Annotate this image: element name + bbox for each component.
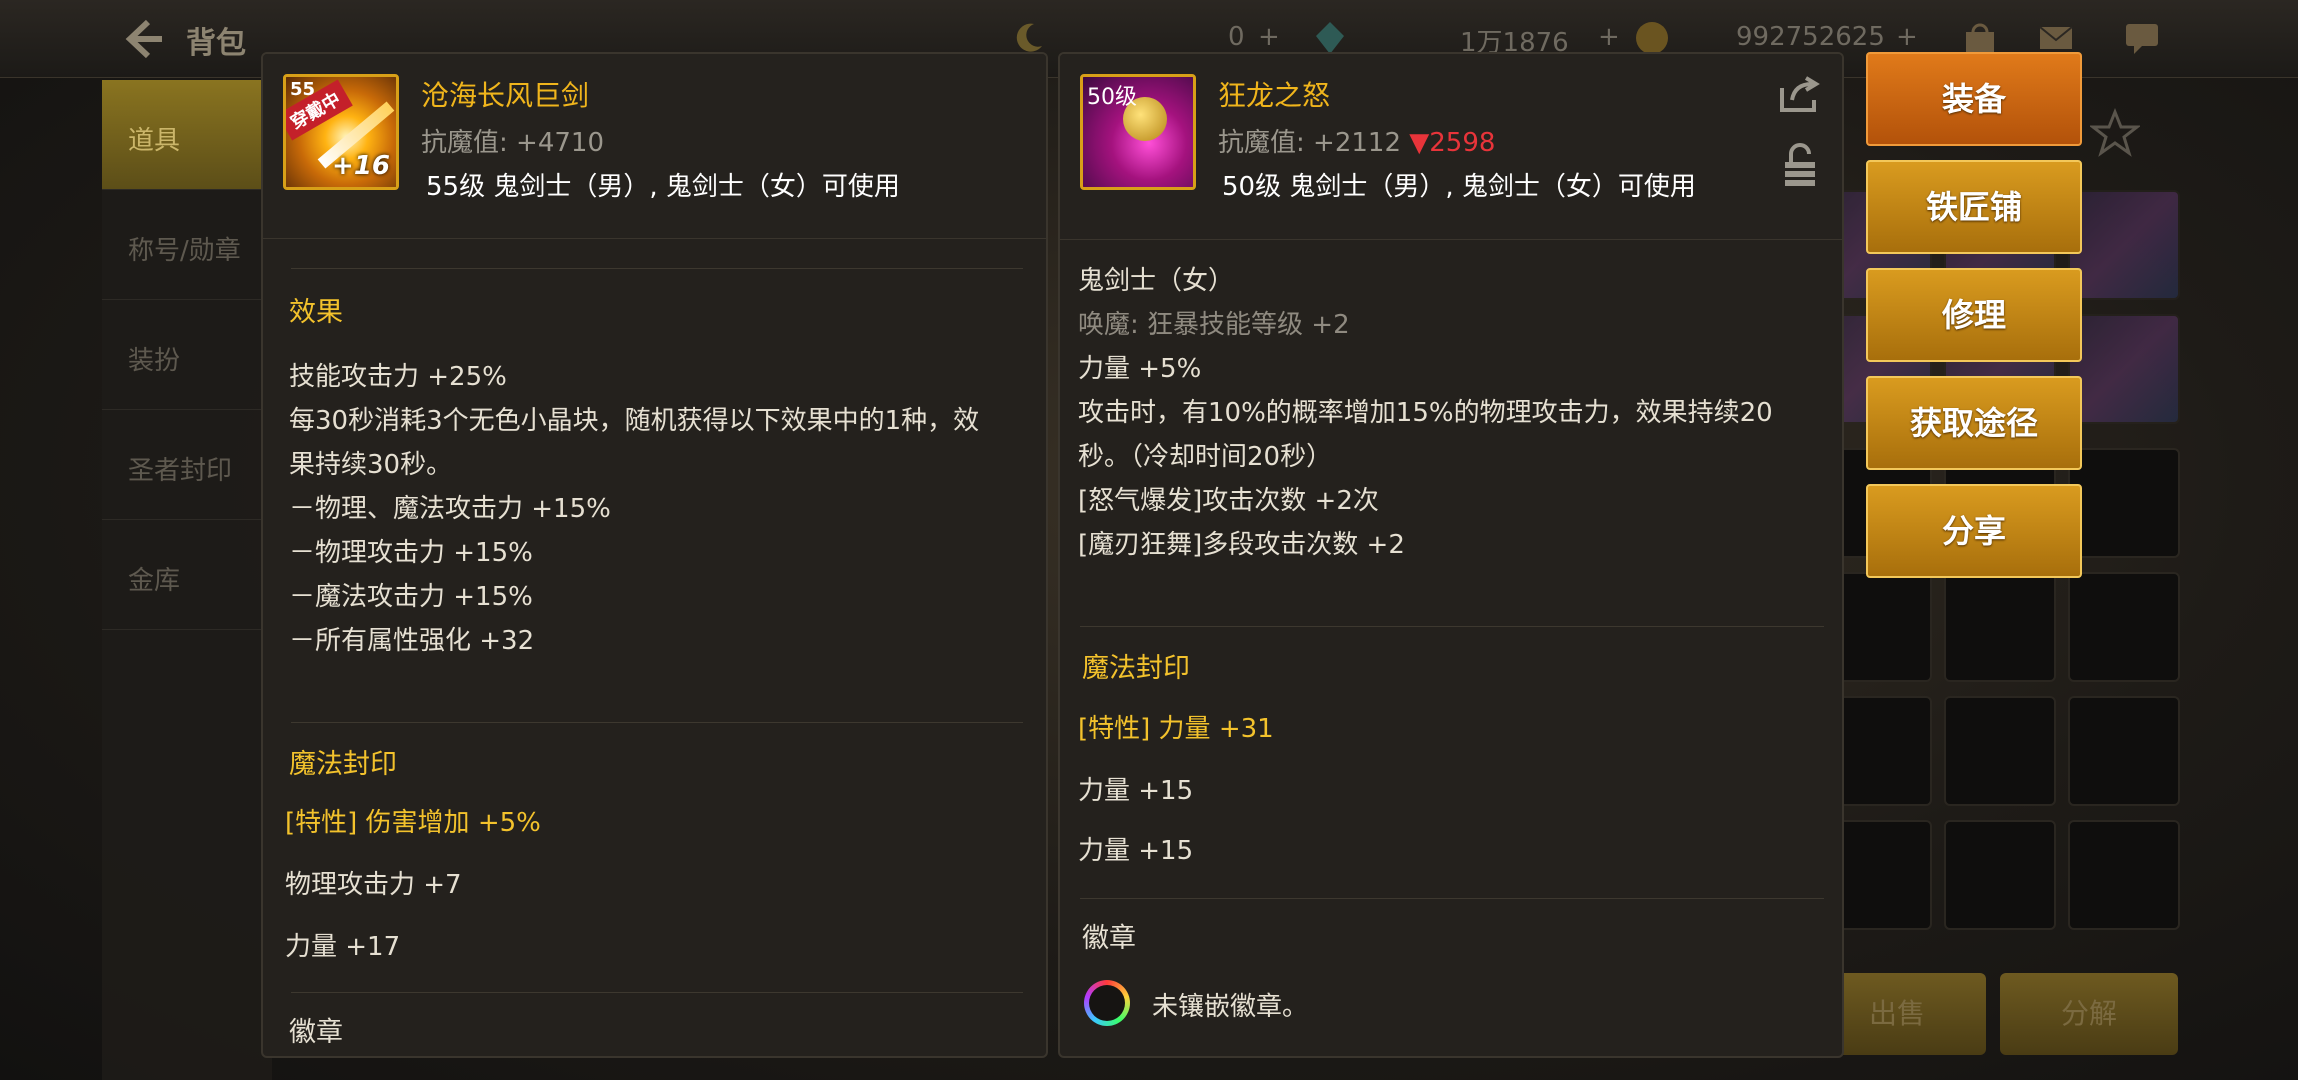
inventory-side-nav: 道具 称号/勋章 装扮 圣者封印 金库 [102,80,272,1080]
effect-line: 果持续30秒。 [289,450,453,480]
currency-value-1: 0 [1228,22,1245,52]
effect-line: 秒。（冷却时间20秒） [1078,442,1333,472]
currency-plus-icon[interactable]: + [1598,22,1620,52]
resist-label: 抗魔值: [1218,128,1314,158]
nav-item-items[interactable]: 道具 [102,80,272,190]
magic-resist-row: 抗魔值: +4710 [421,122,604,159]
usable-class-text: 50级 鬼剑士（男）, 鬼剑士（女）可使用 [1222,172,1696,202]
divider [291,722,1023,723]
greatsword-item-icon: 55 穿戴中 +16 [283,74,399,190]
nav-item-label: 道具 [128,126,181,156]
nav-item-label: 圣者封印 [128,456,233,486]
effect-line: [怒气爆发]攻击次数 +2次 [1078,486,1379,516]
seal-stat-line: 力量 +15 [1078,776,1194,806]
effect-line: －所有属性强化 +32 [289,626,535,656]
share-button[interactable]: 分享 [1866,484,2082,578]
resist-diff-down: ▼2598 [1409,128,1496,158]
seal-stat-line: 物理攻击力 +7 [285,870,462,900]
item-name: 狂龙之怒 [1218,79,1331,112]
compare-item-tooltip: 50级 狂龙之怒 抗魔值: +2112 ▼2598 50级 鬼剑士（男）, 鬼剑… [1058,52,1844,1058]
divider [1080,898,1824,899]
usable-class-text: 55级 鬼剑士（男）, 鬼剑士（女）可使用 [426,172,900,202]
resist-label: 抗魔值: [421,128,517,158]
inventory-slot[interactable] [2068,448,2180,558]
effect-section-title: 效果 [289,297,343,328]
inventory-slot[interactable] [1944,696,2056,806]
inventory-slot[interactable] [2068,572,2180,682]
seal-trait-line: [特性] 伤害增加 +5% [285,808,541,838]
seal-stat-line: 力量 +17 [285,932,401,962]
effect-line: 攻击时，有10%的概率增加15%的物理攻击力，效果持续20 [1078,398,1773,428]
whip-item-icon: 50级 [1080,74,1196,190]
favorite-star-icon[interactable] [2090,108,2140,158]
emblem-section-title: 徽章 [1082,923,1136,954]
inventory-slot[interactable] [1944,572,2056,682]
nav-item-label: 称号/勋章 [128,236,241,266]
obtain-source-button[interactable]: 获取途径 [1866,376,2082,470]
back-arrow-icon[interactable] [118,14,168,64]
divider [1080,626,1824,627]
divider [291,992,1023,993]
resist-value: +2112 [1313,128,1401,158]
icon-level-tag: 50级 [1087,85,1137,110]
emblem-empty-text: 未镶嵌徽章。 [1152,992,1309,1022]
effect-line: －魔法攻击力 +15% [289,582,533,612]
tooltip-header: 50级 狂龙之怒 抗魔值: +2112 ▼2598 50级 鬼剑士（男）, 鬼剑… [1060,54,1842,240]
nav-item-vault[interactable]: 金库 [102,520,272,630]
currency-plus-icon[interactable]: + [1258,22,1280,52]
empty-emblem-slot-icon [1084,980,1130,1026]
nav-item-avatar[interactable]: 装扮 [102,300,272,410]
effect-line: 每30秒消耗3个无色小晶块，随机获得以下效果中的1种，效 [289,406,980,436]
resist-value: +4710 [516,128,604,158]
effect-line: 唤魔: 狂暴技能等级 +2 [1078,310,1350,340]
magic-seal-section-title: 魔法封印 [289,749,397,780]
nav-item-titles[interactable]: 称号/勋章 [102,190,272,300]
inventory-slot[interactable] [2068,314,2180,424]
effect-line: 力量 +5% [1078,354,1202,384]
nav-item-seal[interactable]: 圣者封印 [102,410,272,520]
magic-resist-row: 抗魔值: +2112 ▼2598 [1218,122,1495,159]
effect-line: －物理攻击力 +15% [289,538,533,568]
unlock-icon[interactable] [1782,142,1818,188]
enhance-level-tag: +16 [332,151,390,181]
nav-item-label: 装扮 [128,346,181,376]
inventory-slot[interactable] [1944,820,2056,930]
blacksmith-button[interactable]: 铁匠铺 [1866,160,2082,254]
equip-button[interactable]: 装备 [1866,52,2082,146]
inventory-slot[interactable] [2068,190,2180,300]
nav-item-label: 金库 [128,566,181,596]
effect-line: [魔刃狂舞]多段攻击次数 +2 [1078,530,1405,560]
chat-icon[interactable] [2122,18,2162,58]
inventory-slot[interactable] [2068,820,2180,930]
page-title: 背包 [186,26,246,61]
seal-trait-line: [特性] 力量 +31 [1078,714,1274,744]
equipped-item-tooltip: 55 穿戴中 +16 沧海长风巨剑 抗魔值: +4710 55级 鬼剑士（男）,… [261,52,1048,1058]
effect-line: 鬼剑士（女） [1078,266,1235,296]
currency-value-3: 992752625 [1736,22,1885,52]
effect-line: 技能攻击力 +25% [289,362,507,392]
currency-plus-icon[interactable]: + [1896,22,1918,52]
divider [291,268,1023,269]
magic-seal-section-title: 魔法封印 [1082,653,1190,684]
inventory-slot[interactable] [2068,696,2180,806]
tooltip-header: 55 穿戴中 +16 沧海长风巨剑 抗魔值: +4710 55级 鬼剑士（男）,… [263,54,1046,239]
disassemble-button[interactable]: 分解 [2000,973,2178,1055]
seal-stat-line: 力量 +15 [1078,836,1194,866]
repair-button[interactable]: 修理 [1866,268,2082,362]
emblem-section-title: 徽章 [289,1017,343,1048]
item-name: 沧海长风巨剑 [421,79,590,112]
share-icon[interactable] [1778,74,1822,114]
effect-line: －物理、魔法攻击力 +15% [289,494,611,524]
